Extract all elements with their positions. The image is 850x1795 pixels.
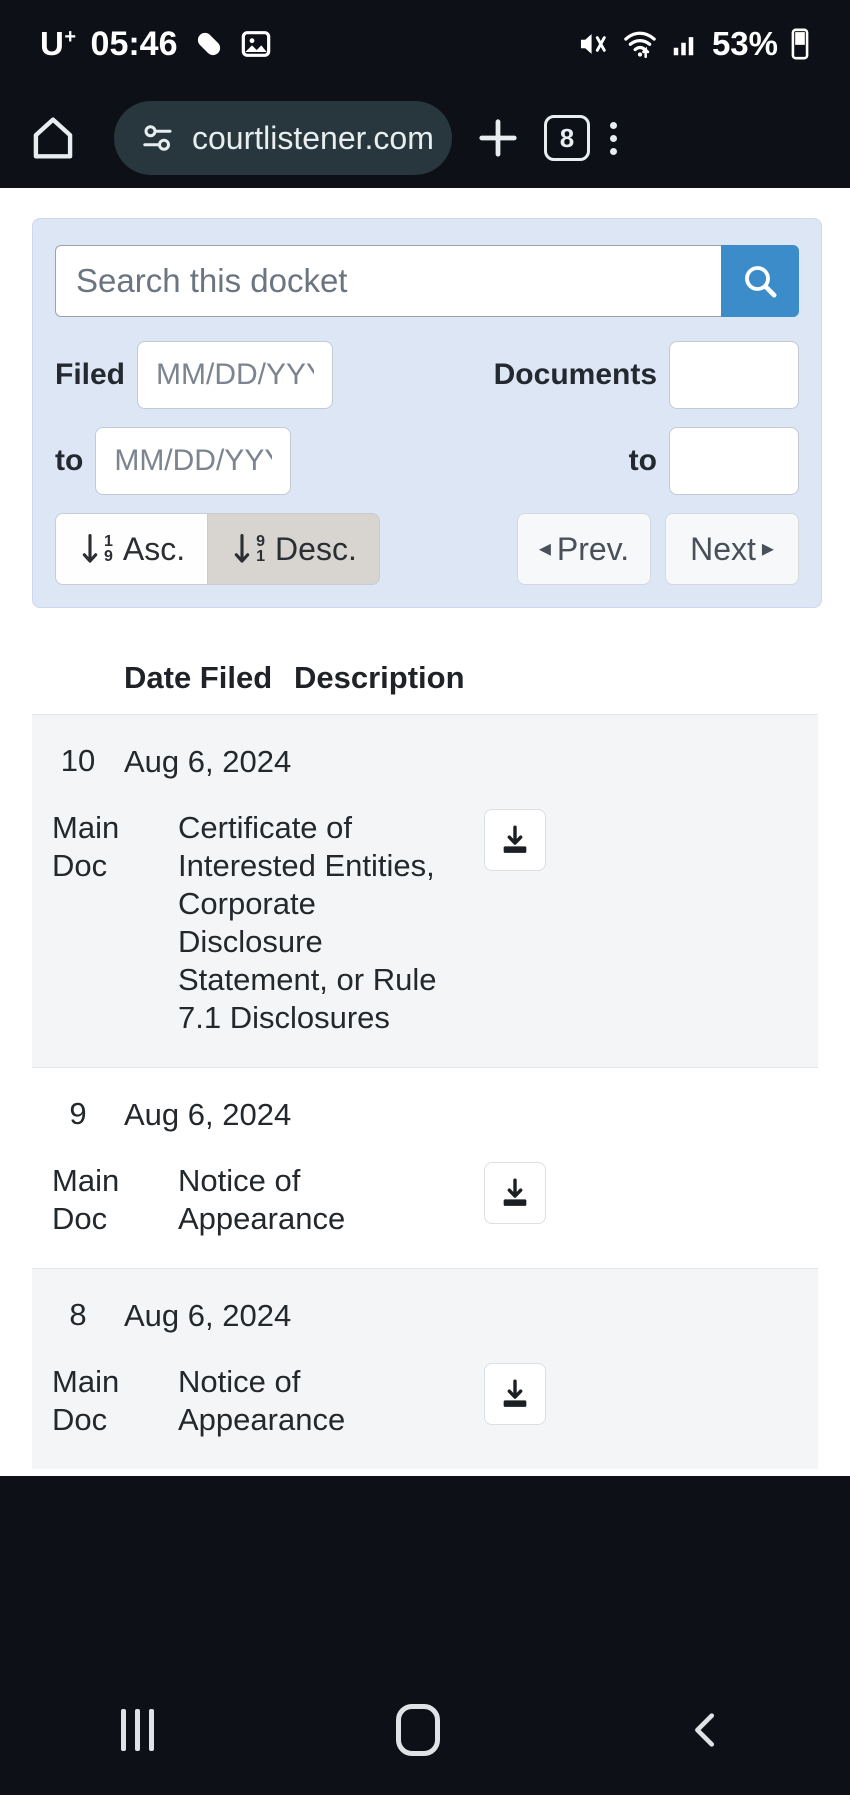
home-icon[interactable] bbox=[28, 113, 78, 163]
entry-kind: Main Doc bbox=[52, 1163, 120, 1236]
entry-number: 9 bbox=[69, 1096, 87, 1131]
filed-label: Filed bbox=[55, 358, 126, 391]
row-header: 8 Aug 6, 2024 bbox=[32, 1297, 818, 1335]
sort-asc-bottom: 9 bbox=[104, 548, 113, 565]
entry-kind: Main Doc bbox=[52, 1364, 120, 1437]
search-icon bbox=[740, 261, 780, 301]
android-nav-bar bbox=[0, 1664, 850, 1795]
prev-arrow-icon: ◂ bbox=[538, 535, 551, 562]
header-description: Description bbox=[294, 660, 465, 695]
web-page-viewport: Filed Documents to to bbox=[0, 188, 850, 1476]
image-icon bbox=[240, 28, 272, 60]
back-icon[interactable] bbox=[683, 1707, 729, 1753]
filters: Filed Documents to to bbox=[55, 341, 799, 495]
recents-icon[interactable] bbox=[121, 1708, 155, 1751]
tab-counter-button[interactable]: 8 bbox=[544, 115, 590, 161]
sort-asc-icon: 19 bbox=[78, 532, 113, 566]
new-tab-button[interactable] bbox=[472, 112, 524, 164]
entry-kind: Main Doc bbox=[52, 810, 120, 883]
table-row[interactable]: 10 Aug 6, 2024 Main Doc Certificate of I… bbox=[32, 714, 818, 1067]
download-icon bbox=[498, 823, 532, 857]
entry-download-cell bbox=[484, 1162, 546, 1238]
status-bar: U+ 05:46 53% bbox=[0, 0, 850, 88]
documents-to-input[interactable] bbox=[669, 427, 799, 495]
status-clock: 05:46 bbox=[90, 24, 178, 63]
entry-date: Aug 6, 2024 bbox=[124, 1097, 292, 1132]
download-button[interactable] bbox=[484, 1363, 546, 1425]
kebab-menu-icon[interactable] bbox=[610, 121, 617, 155]
sort-desc-bottom: 1 bbox=[256, 548, 266, 565]
signal-icon bbox=[670, 28, 700, 60]
pill-icon bbox=[192, 27, 226, 61]
search-submit-button[interactable] bbox=[721, 245, 799, 317]
next-arrow-icon: ▸ bbox=[761, 535, 774, 562]
battery-icon bbox=[790, 27, 810, 61]
sort-asc-label: Asc. bbox=[122, 530, 186, 567]
table-row[interactable]: 9 Aug 6, 2024 Main Doc Notice of Appeara… bbox=[32, 1067, 818, 1268]
row-header: 10 Aug 6, 2024 bbox=[32, 743, 818, 781]
documents-to-label: to bbox=[628, 444, 657, 477]
sort-descending-button[interactable]: 91 Desc. bbox=[208, 513, 380, 585]
home-nav-icon[interactable] bbox=[396, 1703, 441, 1756]
table-header-row: Date Filed Description bbox=[32, 660, 818, 714]
entry-description: Certificate of Interested Entities, Corp… bbox=[178, 810, 437, 1035]
battery-percent-label: 53% bbox=[711, 25, 778, 62]
browser-toolbar: courtlistener.com 8 bbox=[0, 88, 850, 188]
search-input[interactable] bbox=[55, 245, 721, 317]
download-button[interactable] bbox=[484, 1162, 546, 1224]
download-icon bbox=[498, 1176, 532, 1210]
entry-number: 8 bbox=[69, 1297, 87, 1332]
previous-page-button[interactable]: ◂ Prev. bbox=[517, 513, 651, 585]
docket-table: Date Filed Description 10 Aug 6, 2024 Ma… bbox=[0, 660, 850, 1469]
filter-row-to: to to bbox=[55, 427, 799, 495]
row-body: Main Doc Certificate of Interested Entit… bbox=[32, 809, 818, 1037]
sort-button-group: 19 Asc. 91 Desc. bbox=[55, 513, 380, 585]
sort-ascending-button[interactable]: 19 Asc. bbox=[55, 513, 209, 585]
filter-row-from: Filed Documents bbox=[55, 341, 799, 409]
sort-and-pagination-row: 19 Asc. 91 Desc. ◂ Prev. Next ▸ bbox=[55, 513, 799, 585]
docket-search-panel: Filed Documents to to bbox=[32, 218, 822, 608]
search-row bbox=[55, 245, 799, 317]
entry-download-cell bbox=[484, 1363, 546, 1439]
next-page-button[interactable]: Next ▸ bbox=[665, 513, 799, 585]
sort-desc-icon: 91 bbox=[230, 532, 265, 566]
site-settings-icon[interactable] bbox=[140, 120, 176, 156]
entry-date: Aug 6, 2024 bbox=[124, 744, 292, 779]
next-label: Next bbox=[690, 530, 756, 567]
mute-icon bbox=[576, 27, 610, 61]
carrier-label: U+ bbox=[40, 25, 77, 62]
url-bar[interactable]: courtlistener.com bbox=[114, 101, 452, 175]
row-header: 9 Aug 6, 2024 bbox=[32, 1096, 818, 1134]
download-icon bbox=[498, 1377, 532, 1411]
url-text: courtlistener.com bbox=[192, 119, 434, 156]
download-button[interactable] bbox=[484, 809, 546, 871]
header-entry-number bbox=[32, 660, 124, 696]
filed-to-label: to bbox=[55, 444, 84, 477]
row-body: Main Doc Notice of Appearance bbox=[32, 1162, 818, 1238]
documents-from-input[interactable] bbox=[669, 341, 799, 409]
phone-screen: U+ 05:46 53% courtlistener.com 8 Search … bbox=[0, 0, 850, 1795]
entry-description: Notice of Appearance bbox=[178, 1163, 346, 1236]
entry-download-cell bbox=[484, 809, 546, 1037]
documents-label: Documents bbox=[493, 358, 657, 391]
filed-from-input[interactable] bbox=[137, 341, 334, 409]
wifi-icon bbox=[622, 27, 658, 61]
entry-date: Aug 6, 2024 bbox=[124, 1298, 292, 1333]
entry-number: 10 bbox=[60, 743, 96, 778]
sort-desc-top: 9 bbox=[256, 533, 266, 550]
entry-description: Notice of Appearance bbox=[178, 1364, 346, 1437]
table-row[interactable]: 8 Aug 6, 2024 Main Doc Notice of Appeara… bbox=[32, 1268, 818, 1469]
filed-to-input[interactable] bbox=[95, 427, 292, 495]
sort-asc-top: 1 bbox=[104, 533, 113, 550]
header-date-filed: Date Filed bbox=[124, 660, 273, 695]
sort-desc-label: Desc. bbox=[275, 530, 357, 567]
row-body: Main Doc Notice of Appearance bbox=[32, 1363, 818, 1439]
pagination: ◂ Prev. Next ▸ bbox=[517, 513, 799, 585]
prev-label: Prev. bbox=[556, 530, 630, 567]
